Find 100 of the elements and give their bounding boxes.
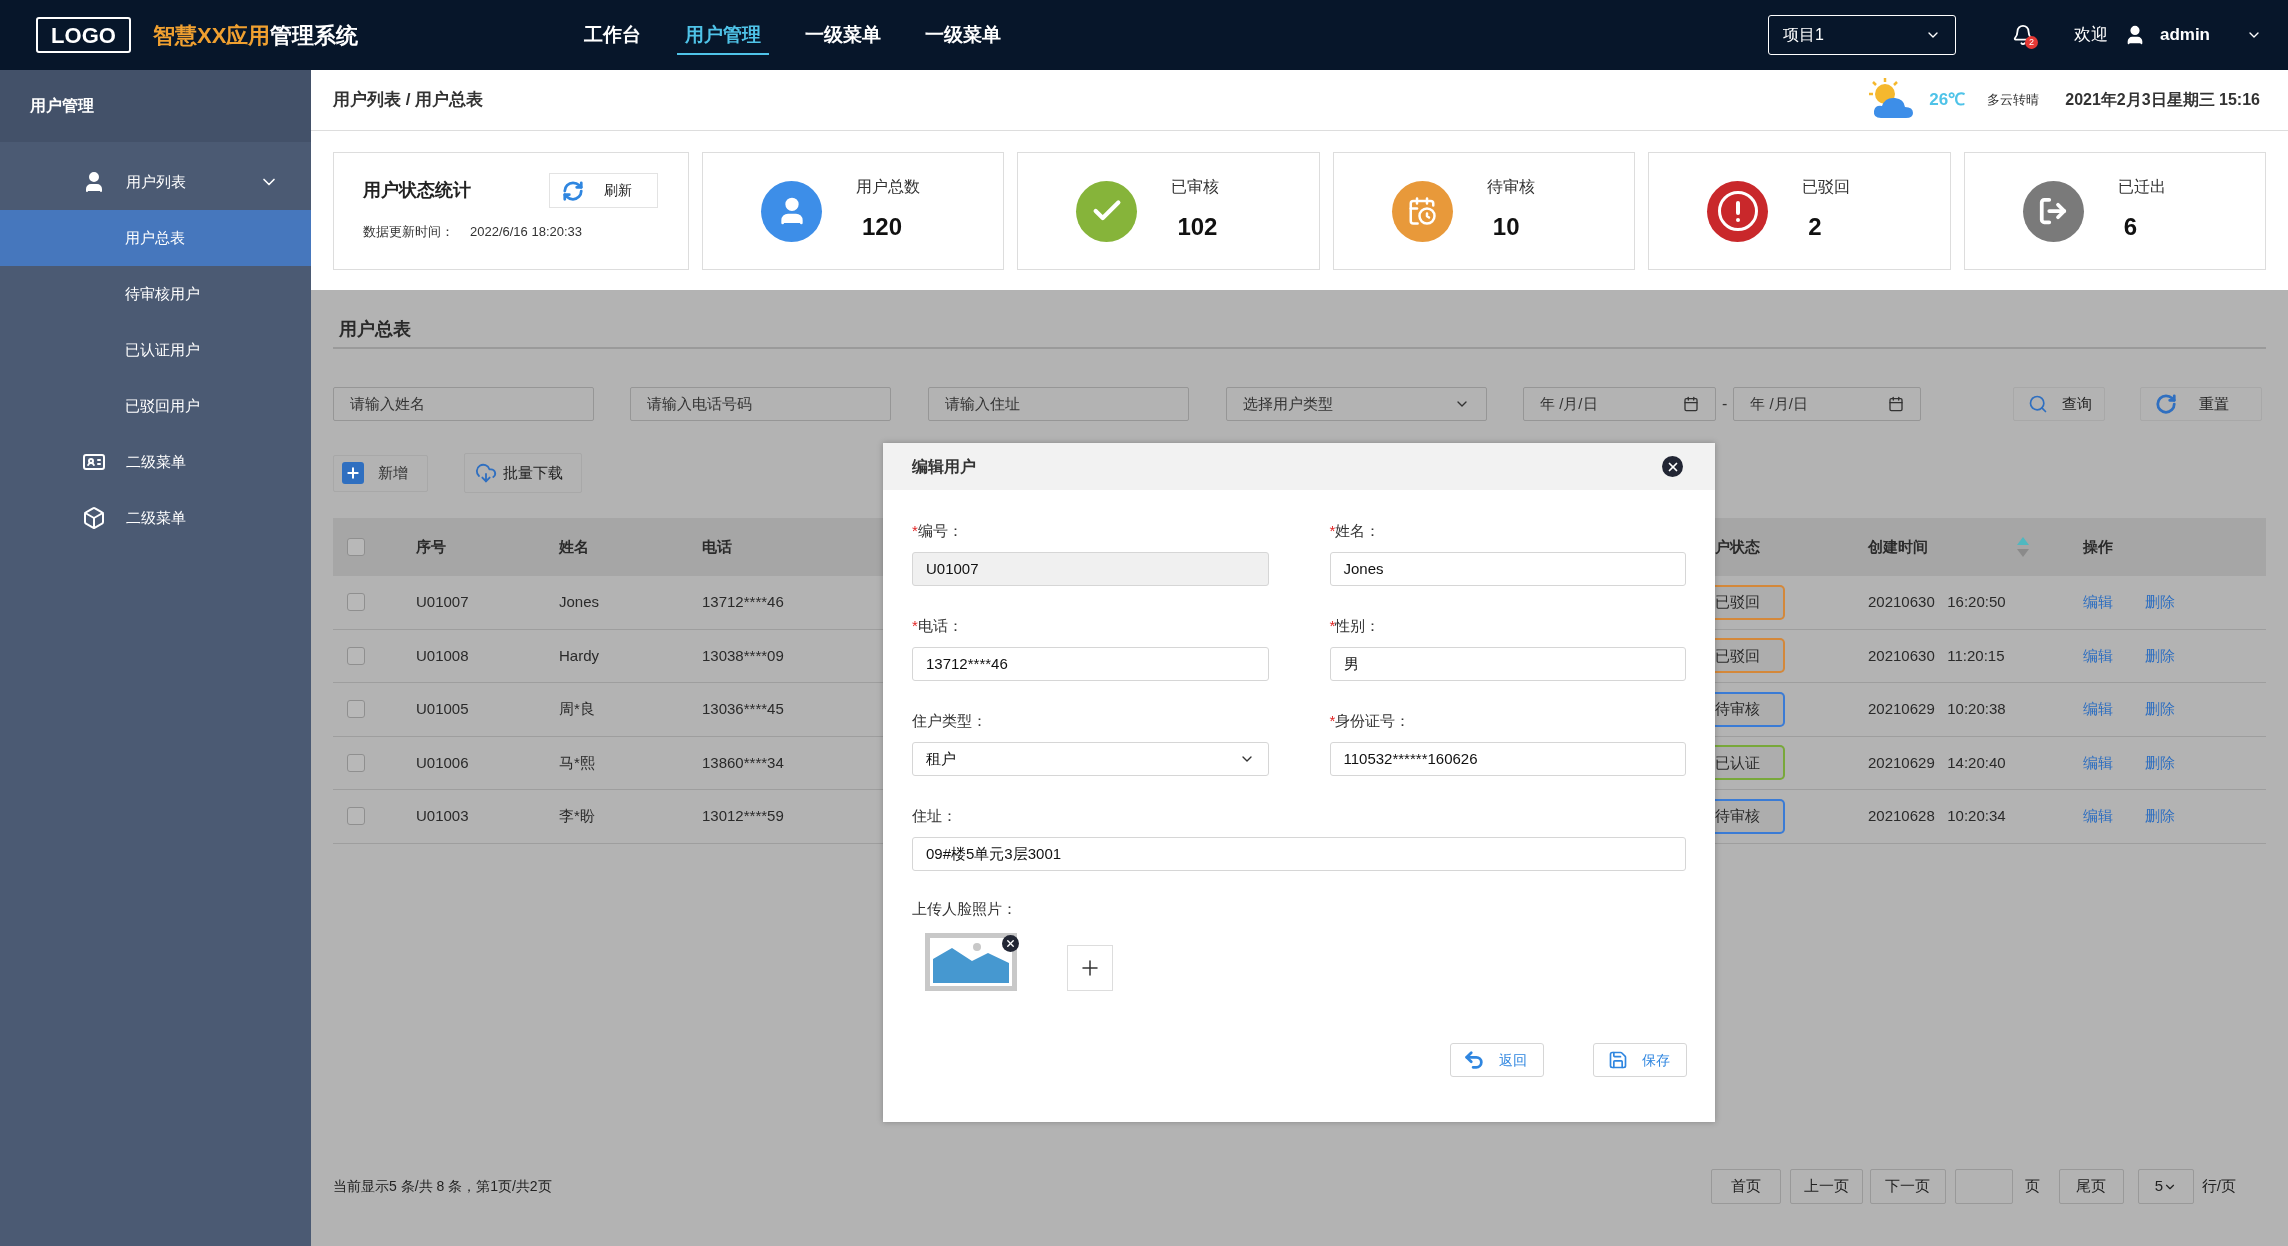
cube-icon (82, 506, 106, 530)
stat-label: 已审核 (1171, 177, 1220, 197)
table-cell: U01003 (416, 807, 469, 825)
batch-download-button[interactable]: 批量下载 (464, 453, 582, 493)
table-cell: Hardy (559, 646, 599, 664)
checkbox[interactable] (347, 753, 365, 772)
last-page-button[interactable]: 尾页 (2058, 1169, 2124, 1204)
dialog-title: 编辑用户 (912, 456, 976, 477)
table-cell: 13012****59 (702, 807, 784, 825)
table-cell: 13036****45 (702, 700, 784, 718)
project-select[interactable]: 项目1 (1767, 15, 1956, 55)
sidebar-header: 用户管理 (0, 70, 311, 142)
notification-badge: 2 (2024, 36, 2038, 49)
user-type-select[interactable]: 选择用户类型 (1226, 387, 1487, 421)
card-title: 用户状态统计 (363, 179, 471, 202)
name-input[interactable]: 请输入姓名 (333, 387, 594, 421)
date-separator: - (1722, 394, 1728, 414)
column-header: 序号 (416, 537, 446, 555)
page-input[interactable] (1954, 1169, 2013, 1204)
cloud-download-icon (475, 462, 497, 484)
column-header: 户状态 (1715, 537, 1760, 555)
table-cell: 13038****09 (702, 646, 784, 664)
nav-tab[interactable]: 一级菜单 (797, 14, 890, 56)
nav-tab[interactable]: 工作台 (576, 14, 650, 56)
select-field[interactable]: 租户 (912, 742, 1269, 776)
prev-page-button[interactable]: 上一页 (1789, 1169, 1863, 1204)
input-field[interactable]: 13712****46 (912, 647, 1269, 681)
table-cell: U01008 (416, 646, 469, 664)
field-label: *电话： (912, 617, 963, 634)
checkbox[interactable] (347, 646, 365, 665)
checkbox[interactable] (347, 700, 365, 719)
nav-tab[interactable]: 一级菜单 (917, 14, 1010, 56)
table-cell: 20210630 16:20:50 (1868, 593, 2006, 611)
refresh-button[interactable]: 刷新 (549, 173, 658, 208)
search-button[interactable]: 查询 (2013, 387, 2105, 421)
stat-value: 2 (1808, 212, 1823, 242)
input-field[interactable]: 09#楼5单元3层3001 (912, 837, 1686, 871)
page-size-select[interactable]: 5 (2137, 1169, 2194, 1204)
user-name[interactable]: admin (2159, 22, 2210, 48)
table-cell: 20210628 10:20:34 (1868, 807, 2006, 825)
checkbox[interactable] (347, 593, 365, 612)
status-tag: 已驳回 (1715, 584, 1785, 620)
stat-value: 120 (862, 212, 904, 242)
calendar-icon (1888, 396, 1905, 412)
close-button[interactable] (1662, 456, 1683, 477)
table-cell: U01007 (416, 593, 469, 611)
undo-icon (1463, 1049, 1485, 1071)
save-icon (1608, 1050, 1628, 1070)
add-photo-button[interactable] (1067, 945, 1113, 991)
reset-button[interactable]: 重置 (2140, 387, 2262, 421)
save-button[interactable]: 保存 (1593, 1043, 1687, 1077)
search-icon (2028, 394, 2048, 414)
back-button[interactable]: 返回 (1450, 1043, 1544, 1077)
date-time: 2021年2月3日星期三 15:16 (2065, 90, 2260, 110)
sidebar-menu-item[interactable]: 二级菜单 (0, 434, 311, 490)
field-label: *编号： (912, 522, 963, 539)
first-page-button[interactable]: 首页 (1710, 1169, 1781, 1204)
reset-icon (2155, 393, 2177, 415)
user-icon (761, 180, 822, 242)
plus-icon (342, 462, 364, 484)
checkbox[interactable] (347, 538, 365, 556)
table-cell: U01006 (416, 753, 469, 771)
sidebar-submenu-item[interactable]: 待审核用户 (0, 266, 311, 322)
column-header: 电话 (702, 537, 732, 555)
sidebar-menu-item[interactable]: 用户列表 (0, 154, 311, 210)
stat-value: 10 (1492, 212, 1521, 242)
calendar-icon (1683, 396, 1699, 412)
column-header: 操作 (2083, 537, 2113, 555)
update-time: 2022/6/16 18:20:33 (470, 223, 583, 241)
input-field[interactable]: Jones (1329, 552, 1686, 586)
weather-condition: 多云转晴 (1987, 91, 2040, 110)
status-tag: 已认证 (1715, 745, 1785, 781)
column-header: 姓名 (559, 537, 589, 555)
page-size-unit: 行/页 (2201, 1176, 2236, 1197)
start-date-input[interactable]: 年 /月/日 (1523, 387, 1716, 421)
sort-icon[interactable] (2016, 536, 2030, 558)
phone-input[interactable]: 请输入电话号码 (630, 387, 891, 421)
address-input[interactable]: 请输入住址 (928, 387, 1189, 421)
sidebar-submenu-item[interactable]: 用户总表 (0, 210, 311, 266)
column-header: 创建时间 (1868, 536, 1928, 557)
input-field[interactable]: 110532******160626 (1329, 742, 1686, 776)
table-cell: 20210630 11:20:15 (1868, 646, 2005, 664)
table-cell: 李*盼 (559, 807, 595, 825)
add-button[interactable]: 新增 (333, 454, 428, 492)
status-tag: 已驳回 (1715, 638, 1785, 674)
nav-tab[interactable]: 用户管理 (677, 14, 770, 56)
sidebar-submenu-item[interactable]: 已认证用户 (0, 322, 311, 378)
sidebar-menu-item[interactable]: 二级菜单 (0, 490, 311, 546)
sidebar-submenu-item[interactable]: 已驳回用户 (0, 378, 311, 434)
status-tag: 待审核 (1715, 691, 1785, 727)
checkbox[interactable] (347, 807, 365, 826)
end-date-input[interactable]: 年 /月/日 (1733, 387, 1922, 421)
field-label: *身份证号： (1329, 712, 1411, 729)
input-field[interactable]: 男 (1329, 647, 1686, 681)
stat-value: 6 (2123, 212, 2138, 242)
stat-label: 已迁出 (2117, 177, 2166, 197)
next-page-button[interactable]: 下一页 (1869, 1169, 1946, 1204)
pagination-summary: 当前显示5 条/共 8 条，第1页/共2页 (333, 1177, 552, 1196)
stat-label: 已驳回 (1802, 177, 1851, 197)
field-label: *性别： (1329, 617, 1381, 634)
